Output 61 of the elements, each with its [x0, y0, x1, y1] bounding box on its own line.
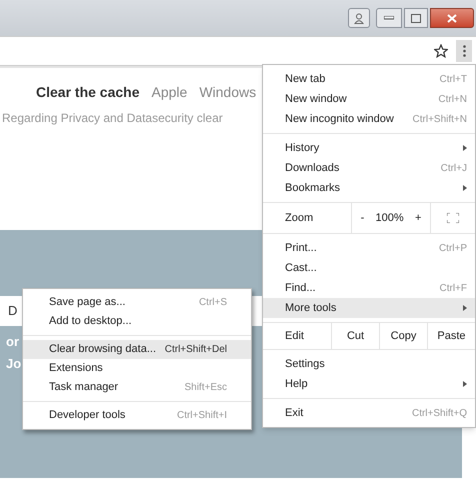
- text-fragment: or: [6, 333, 19, 351]
- menu-button[interactable]: [456, 40, 472, 62]
- shortcut-label: Ctrl+Shift+Del: [164, 343, 227, 357]
- close-button[interactable]: [430, 8, 474, 28]
- maximize-button[interactable]: [404, 8, 428, 28]
- star-icon[interactable]: [434, 44, 448, 58]
- nav-link[interactable]: Windows: [199, 82, 256, 103]
- nav-link[interactable]: Clear the cache: [36, 82, 140, 103]
- submenu-arrow-icon: [463, 381, 467, 387]
- menu-item[interactable]: Settings: [263, 354, 475, 374]
- menu-item[interactable]: Extensions: [23, 359, 251, 378]
- menu-item[interactable]: Find... Ctrl+F: [263, 278, 475, 298]
- page-subtitle: Regarding Privacy and Datasecurity clear: [2, 110, 223, 127]
- menu-item[interactable]: Bookmarks: [263, 178, 475, 198]
- edit-button[interactable]: Cut: [331, 323, 379, 349]
- profile-button[interactable]: [348, 8, 370, 28]
- submenu-arrow-icon: [463, 145, 467, 151]
- edit-button[interactable]: Paste: [427, 323, 475, 349]
- text-fragment: D: [8, 302, 18, 320]
- menu-item[interactable]: More tools: [263, 298, 475, 318]
- text-fragment: Jo: [6, 354, 22, 372]
- shortcut-label: Ctrl+N: [438, 92, 467, 106]
- minimize-button[interactable]: [376, 8, 402, 28]
- menu-item[interactable]: New incognito window Ctrl+Shift+N: [263, 109, 475, 129]
- shortcut-label: Ctrl+F: [440, 282, 467, 296]
- minimize-icon: [384, 16, 394, 20]
- edit-label: Edit: [284, 328, 305, 344]
- menu-item[interactable]: Exit Ctrl+Shift+Q: [263, 403, 475, 423]
- menu-item[interactable]: Developer tools Ctrl+Shift+I: [23, 406, 251, 425]
- menu-item[interactable]: New window Ctrl+N: [263, 89, 475, 109]
- fullscreen-icon: [447, 213, 459, 223]
- zoom-out-button[interactable]: -: [354, 210, 370, 226]
- shortcut-label: Ctrl+Shift+I: [176, 409, 227, 423]
- menu-item[interactable]: Clear browsing data... Ctrl+Shift+Del: [23, 340, 251, 359]
- menu-item[interactable]: History: [263, 138, 475, 158]
- menu-item[interactable]: Help: [263, 374, 475, 394]
- menu-item[interactable]: Cast...: [263, 258, 475, 278]
- shortcut-label: Ctrl+J: [440, 162, 467, 176]
- person-icon: [354, 12, 364, 24]
- close-icon: [447, 14, 457, 22]
- edit-button[interactable]: Copy: [379, 323, 427, 349]
- menu-item[interactable]: Downloads Ctrl+J: [263, 158, 475, 178]
- shortcut-label: Ctrl+Shift+N: [412, 112, 467, 126]
- submenu-arrow-icon: [463, 305, 467, 311]
- shortcut-label: Ctrl+P: [438, 242, 467, 256]
- menu-item[interactable]: Save page as... Ctrl+S: [23, 293, 251, 312]
- zoom-in-button[interactable]: +: [408, 210, 428, 226]
- menu-icon: [462, 45, 466, 57]
- maximize-icon: [411, 14, 421, 22]
- shortcut-label: Shift+Esc: [184, 381, 227, 395]
- menu-item[interactable]: New tab Ctrl+T: [263, 69, 475, 89]
- menu-item[interactable]: Add to desktop...: [23, 312, 251, 331]
- zoom-label: Zoom: [284, 210, 314, 226]
- nav-link[interactable]: Apple: [152, 82, 188, 103]
- submenu-arrow-icon: [463, 185, 467, 191]
- shortcut-label: Ctrl+S: [198, 296, 227, 310]
- menu-item[interactable]: Print... Ctrl+P: [263, 238, 475, 258]
- menu-item[interactable]: Task manager Shift+Esc: [23, 378, 251, 397]
- zoom-level: 100%: [376, 210, 404, 226]
- shortcut-label: Ctrl+Shift+Q: [412, 406, 467, 420]
- shortcut-label: Ctrl+T: [440, 72, 467, 86]
